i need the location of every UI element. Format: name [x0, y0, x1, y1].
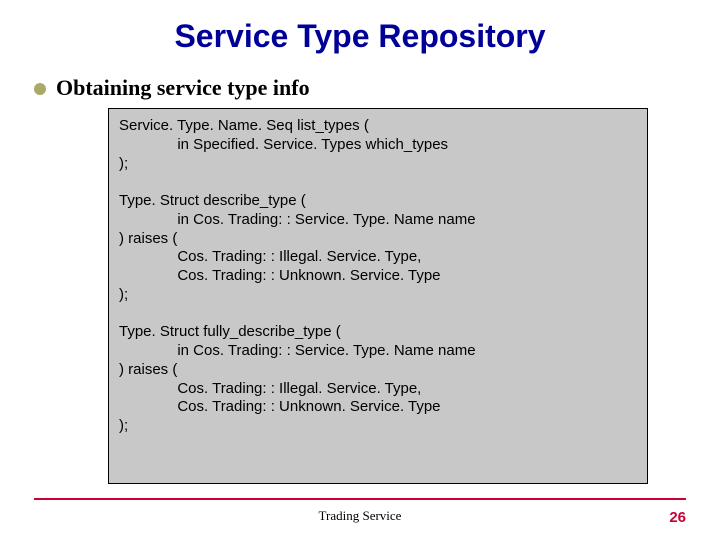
- code-block: Service. Type. Name. Seq list_types ( in…: [108, 108, 648, 484]
- bullet-row: Obtaining service type info: [34, 75, 690, 101]
- bullet-icon: [34, 83, 46, 95]
- slide-title: Service Type Repository: [0, 18, 720, 55]
- bullet-text: Obtaining service type info: [56, 75, 310, 101]
- footer-divider: [34, 498, 686, 500]
- footer-title: Trading Service: [0, 508, 720, 524]
- slide: Service Type Repository Obtaining servic…: [0, 0, 720, 540]
- footer-page-number: 26: [669, 509, 686, 526]
